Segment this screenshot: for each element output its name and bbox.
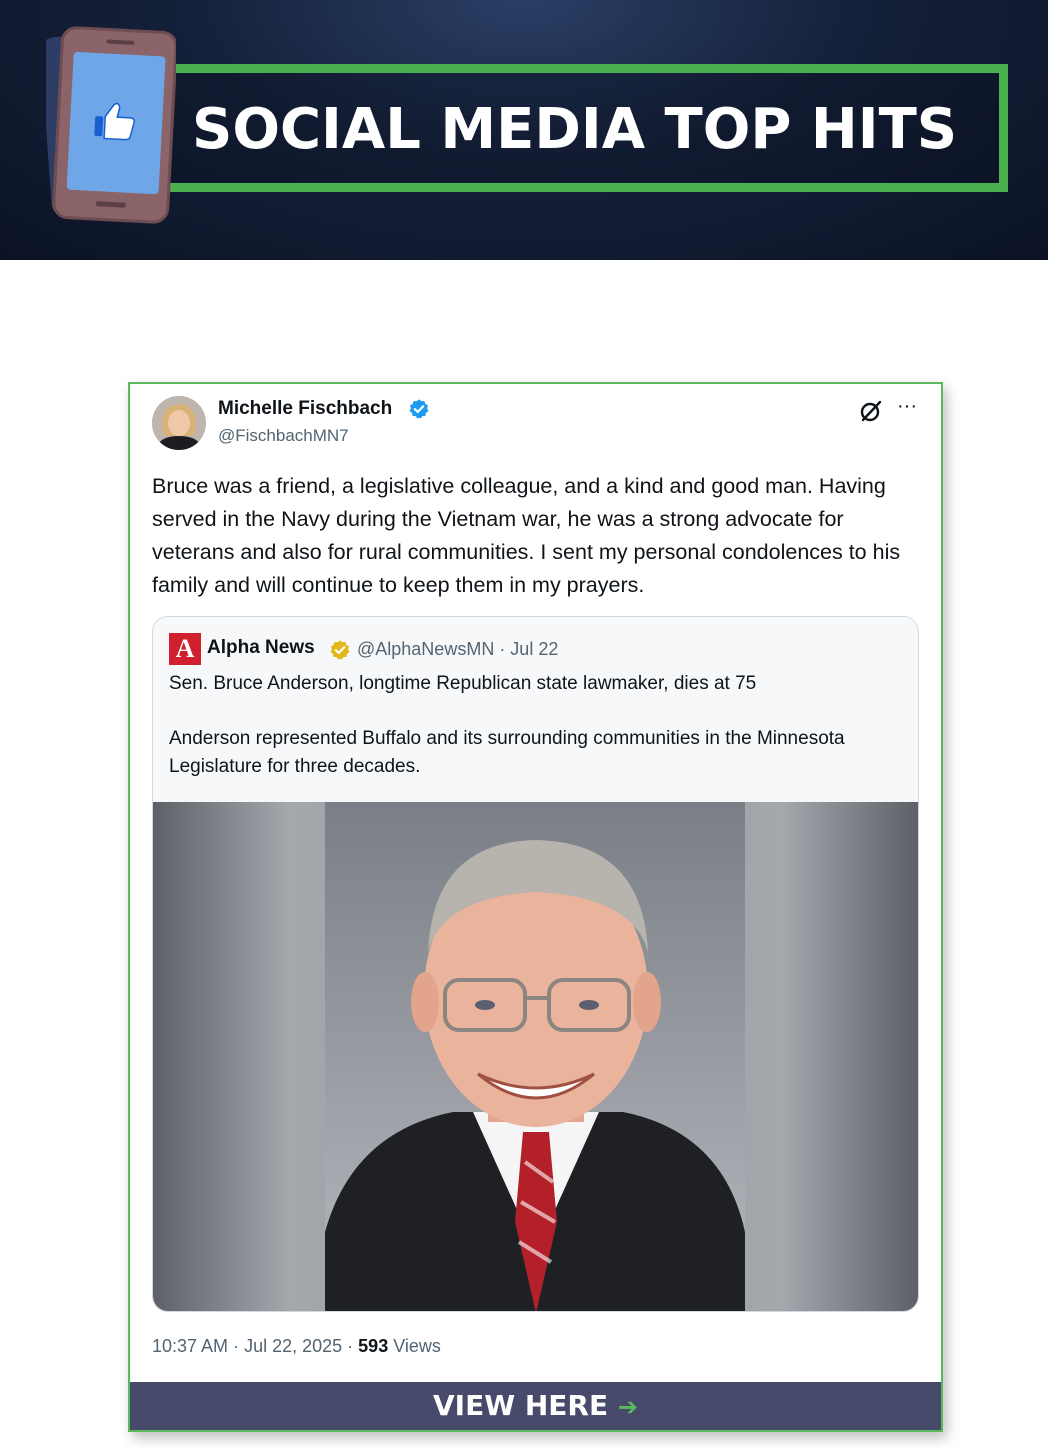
separator-dot: · bbox=[233, 1336, 245, 1356]
tweet-date: Jul 22, 2025 bbox=[244, 1336, 343, 1356]
view-here-button[interactable]: VIEW HERE ➔ bbox=[130, 1382, 941, 1430]
tweet-time: 10:37 AM bbox=[152, 1336, 229, 1356]
alpha-news-logo: A bbox=[169, 633, 201, 665]
quoted-handle-date[interactable]: @AlphaNewsMN · Jul 22 bbox=[357, 639, 558, 660]
quoted-body: Anderson represented Buffalo and its sur… bbox=[169, 728, 845, 777]
quoted-tweet[interactable]: A Alpha News @AlphaNewsMN · Jul 22 Sen. … bbox=[152, 616, 919, 1312]
quoted-photo[interactable] bbox=[153, 802, 918, 1311]
author-handle[interactable]: @FischbachMN7 bbox=[218, 426, 349, 446]
author-name[interactable]: Michelle Fischbach bbox=[218, 398, 392, 420]
tweet-text: Bruce was a friend, a legislative collea… bbox=[152, 474, 901, 597]
views-count: 593 bbox=[358, 1336, 389, 1356]
phone-thumbs-up-icon bbox=[46, 26, 176, 224]
verified-badge-icon bbox=[409, 399, 429, 419]
avatar[interactable] bbox=[152, 396, 206, 450]
quoted-headline: Sen. Bruce Anderson, longtime Republican… bbox=[169, 673, 757, 694]
arrow-right-icon: ➔ bbox=[617, 1393, 638, 1421]
banner-title: SOCIAL MEDIA TOP HITS bbox=[192, 97, 958, 162]
quoted-tweet-header: A Alpha News @AlphaNewsMN · Jul 22 Sen. … bbox=[153, 617, 918, 802]
gold-verified-badge-icon bbox=[330, 640, 350, 660]
separator-dot: · bbox=[347, 1336, 359, 1356]
quoted-author-name[interactable]: Alpha News bbox=[207, 637, 315, 659]
view-here-label: VIEW HERE bbox=[433, 1389, 609, 1422]
more-options-icon[interactable]: ··· bbox=[892, 396, 922, 420]
header-banner: SOCIAL MEDIA TOP HITS bbox=[0, 0, 1048, 260]
tweet-timestamp[interactable]: 10:37 AM · Jul 22, 2025 · 593 Views bbox=[152, 1336, 441, 1357]
grok-icon[interactable] bbox=[858, 398, 884, 424]
views-label: Views bbox=[393, 1336, 441, 1356]
tweet-card[interactable]: Michelle Fischbach @FischbachMN7 ··· Bru… bbox=[128, 382, 943, 1432]
